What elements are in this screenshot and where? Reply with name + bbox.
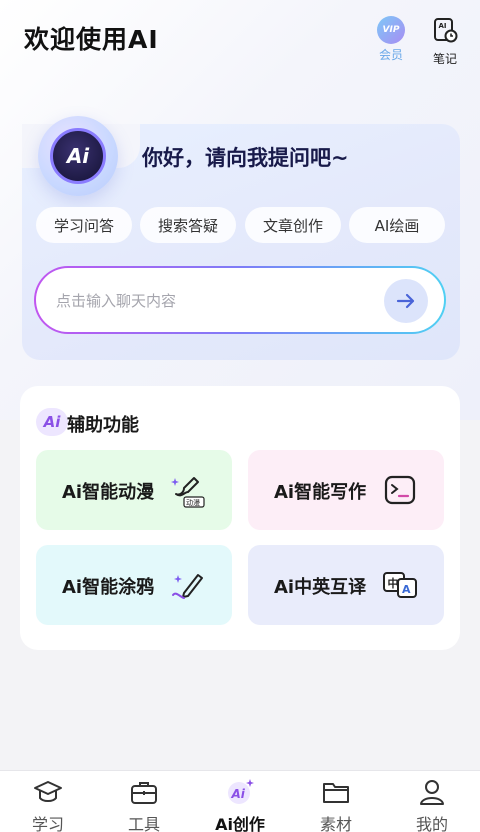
feature-ai-anime[interactable]: Ai智能动漫 动漫 [36,450,232,530]
ai-logo-icon: Ai [50,128,106,184]
notes-button[interactable]: AI 笔记 [423,16,467,67]
translate-icon-zh: 中 [388,576,399,590]
translate-icon: 中 A [383,572,417,598]
tab-label: 我的 [415,815,448,832]
tab-label: 素材 [319,815,352,832]
chip-ai-painting[interactable]: AI绘画 [349,207,445,243]
writing-icon [384,475,416,505]
feature-ai-writing[interactable]: Ai智能写作 [248,450,444,530]
ai-avatar: Ai [38,116,118,196]
tab-study[interactable]: 学习 [0,771,96,832]
page-title: 欢迎使用AI [24,25,159,54]
chat-input-box[interactable]: 点击输入聊天内容 [34,266,446,334]
feature-label: Ai智能写作 [274,482,367,503]
tab-ai-create[interactable]: Ai Ai创作 [192,771,288,832]
send-button[interactable] [384,279,428,323]
anime-brush-icon: 动漫 [171,477,205,508]
notes-label: 笔记 [432,52,457,66]
vip-button[interactable]: VIP 会员 [369,16,413,63]
svg-text:AI: AI [439,22,447,30]
arrow-right-icon [396,293,415,309]
folder-icon [323,783,349,803]
feature-ai-translate[interactable]: Ai中英互译 中 A [248,545,444,625]
ai-badge-icon: Ai [36,408,68,436]
toolbox-icon [131,782,157,804]
ai-tab-icon-text: Ai [231,787,246,801]
chat-input-inner: 点击输入聊天内容 [36,268,444,332]
translate-icon-en: A [402,583,411,596]
tab-label: 工具 [127,815,160,832]
tab-materials[interactable]: 素材 [288,771,384,832]
tab-label: 学习 [31,815,64,832]
chat-input-placeholder: 点击输入聊天内容 [56,292,177,310]
doodle-pencil-icon [172,574,203,599]
feature-label: Ai智能涂鸦 [62,577,155,598]
tab-profile[interactable]: 我的 [384,771,480,832]
section-title: 辅助功能 [67,415,139,436]
quick-prompt-chips: 学习问答 搜索答疑 文章创作 AI绘画 [36,207,448,243]
greeting-text: 你好，请向我提问吧~ [142,146,349,170]
header: 欢迎使用AI VIP 会员 AI 笔记 [0,0,480,80]
anime-icon-text: 动漫 [186,498,200,507]
chip-study-qa[interactable]: 学习问答 [36,207,132,243]
vip-label: 会员 [378,48,403,62]
tab-label: Ai创作 [215,815,265,832]
ai-sparkle-icon: Ai [228,779,254,804]
user-icon [420,780,444,805]
graduation-cap-icon [34,781,62,802]
tab-tools[interactable]: 工具 [96,771,192,832]
feature-label: Ai中英互译 [274,577,367,598]
notes-icon: AI [434,18,458,43]
feature-label: Ai智能动漫 [62,482,155,503]
bottom-tab-bar: 学习 工具 Ai Ai创作 素材 我的 [0,770,480,832]
vip-icon: VIP [377,16,405,44]
feature-ai-doodle[interactable]: Ai智能涂鸦 [36,545,232,625]
chip-search[interactable]: 搜索答疑 [140,207,236,243]
chip-article[interactable]: 文章创作 [245,207,341,243]
